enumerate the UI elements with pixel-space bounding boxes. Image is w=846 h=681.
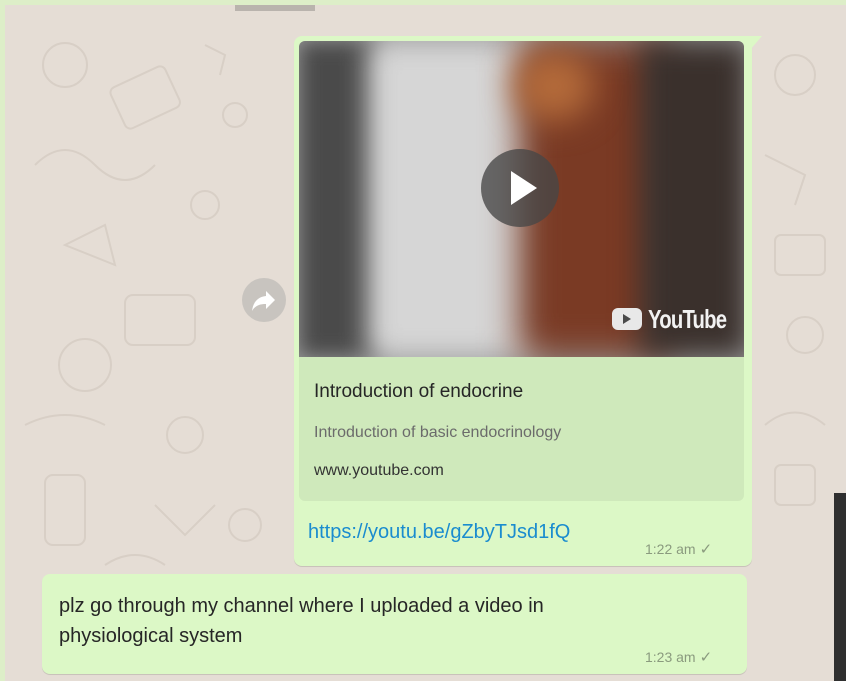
single-tick-icon: ✓ bbox=[699, 649, 713, 666]
link-preview-card[interactable]: YouTube Introduction of endocrine Introd… bbox=[299, 41, 744, 501]
bubble-tail bbox=[750, 36, 762, 50]
message-timestamp: 1:23 am ✓ bbox=[645, 648, 712, 666]
scrollbar[interactable] bbox=[834, 493, 846, 681]
preview-domain: www.youtube.com bbox=[314, 462, 444, 479]
youtube-badge: YouTube bbox=[612, 302, 744, 336]
timestamp-text: 1:22 am bbox=[645, 541, 696, 557]
play-icon bbox=[511, 171, 537, 205]
message-timestamp: 1:22 am ✓ bbox=[645, 540, 712, 558]
youtube-logo-icon bbox=[612, 308, 642, 330]
timestamp-text: 1:23 am bbox=[645, 649, 696, 665]
play-button[interactable] bbox=[481, 149, 559, 227]
preview-title: Introduction of endocrine bbox=[314, 381, 524, 402]
forward-icon bbox=[252, 291, 275, 311]
message-link[interactable]: https://youtu.be/gZbyTJsd1fQ bbox=[308, 521, 570, 544]
preview-description: Introduction of basic endocrinology bbox=[314, 424, 562, 441]
message-body: plz go through my channel where I upload… bbox=[59, 595, 544, 647]
chat-panel: YouTube Introduction of endocrine Introd… bbox=[0, 0, 846, 681]
youtube-badge-text: YouTube bbox=[648, 303, 727, 334]
top-divider bbox=[235, 5, 315, 11]
forward-button[interactable] bbox=[242, 278, 286, 322]
single-tick-icon: ✓ bbox=[699, 541, 713, 558]
video-thumbnail[interactable]: YouTube bbox=[299, 41, 744, 357]
